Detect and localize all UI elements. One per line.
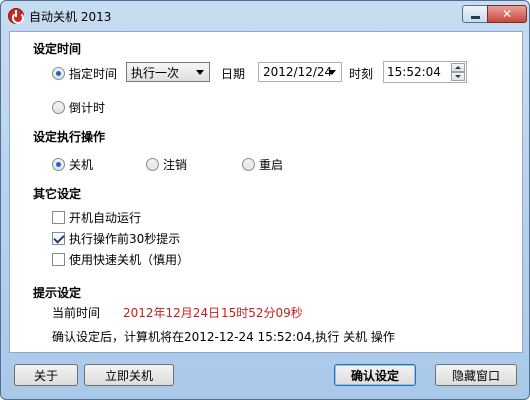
section-action: 设定执行操作 xyxy=(33,130,106,144)
radio-label: 倒计时 xyxy=(69,101,106,115)
radio-indicator[interactable] xyxy=(52,67,65,80)
section-info: 提示设定 xyxy=(33,286,82,300)
spin-down-icon[interactable] xyxy=(451,72,465,81)
about-button[interactable]: 关于 xyxy=(14,364,78,386)
window-title: 自动关机 2013 xyxy=(29,10,112,24)
checkbox-fast-shutdown[interactable]: 使用快速关机（慎用） xyxy=(52,251,189,268)
radio-indicator[interactable] xyxy=(146,158,159,171)
radio-restart[interactable]: 重启 xyxy=(242,156,283,173)
main-window: 自动关机 2013 ✕ 设定时间 指定时间 执行一次 日期 2012/12/24… xyxy=(0,0,530,400)
minimize-button[interactable] xyxy=(462,5,488,23)
section-other: 其它设定 xyxy=(33,187,82,201)
checkbox-30s-warning[interactable]: 执行操作前30秒提示 xyxy=(52,230,180,247)
checkbox-indicator[interactable] xyxy=(52,211,65,224)
radio-label: 重启 xyxy=(259,158,284,172)
content-panel: 设定时间 指定时间 执行一次 日期 2012/12/24 时刻 15:52:04… xyxy=(9,31,523,353)
checkbox-label: 执行操作前30秒提示 xyxy=(69,232,181,246)
radio-label: 关机 xyxy=(69,158,94,172)
current-clock: 15时52分09秒 xyxy=(221,306,303,320)
radio-specified-time[interactable]: 指定时间 xyxy=(52,65,117,82)
close-button[interactable]: ✕ xyxy=(487,5,527,23)
confirm-message: 确认设定后，计算机将在2012-12-24 15:52:04,执行 关机 操作 xyxy=(52,330,395,344)
confirm-button[interactable]: 确认设定 xyxy=(334,364,416,386)
time-input[interactable]: 15:52:04 xyxy=(383,61,467,83)
checkbox-autostart[interactable]: 开机自动运行 xyxy=(52,209,141,226)
radio-countdown[interactable]: 倒计时 xyxy=(52,99,105,116)
frequency-value: 执行一次 xyxy=(131,65,180,80)
section-set-time: 设定时间 xyxy=(33,42,82,56)
minimize-icon xyxy=(470,15,480,19)
date-label: 日期 xyxy=(221,67,246,81)
current-date: 2012年12月24日 xyxy=(123,306,221,320)
frequency-select[interactable]: 执行一次 xyxy=(126,62,210,82)
radio-label: 指定时间 xyxy=(69,67,118,81)
radio-indicator[interactable] xyxy=(242,158,255,171)
shutdown-now-button[interactable]: 立即关机 xyxy=(84,364,174,386)
checkbox-indicator[interactable] xyxy=(52,232,65,245)
time-label: 时刻 xyxy=(349,67,374,81)
hide-window-button[interactable]: 隐藏窗口 xyxy=(435,364,517,386)
current-time-label: 当前时间 xyxy=(52,306,101,320)
radio-indicator[interactable] xyxy=(52,158,65,171)
chevron-down-icon xyxy=(328,70,336,75)
radio-logoff[interactable]: 注销 xyxy=(146,156,187,173)
checkbox-label: 开机自动运行 xyxy=(69,211,142,225)
date-value: 2012/12/24 xyxy=(263,65,333,79)
radio-label: 注销 xyxy=(163,158,188,172)
radio-shutdown[interactable]: 关机 xyxy=(52,156,93,173)
checkbox-label: 使用快速关机（慎用） xyxy=(69,253,190,267)
close-icon: ✕ xyxy=(501,7,513,21)
time-value: 15:52:04 xyxy=(387,65,441,79)
power-icon xyxy=(8,8,24,24)
checkbox-indicator[interactable] xyxy=(52,253,65,266)
radio-indicator[interactable] xyxy=(52,101,65,114)
spin-up-icon[interactable] xyxy=(451,63,465,72)
title-bar[interactable]: 自动关机 2013 ✕ xyxy=(1,1,529,31)
date-picker[interactable]: 2012/12/24 xyxy=(258,62,342,82)
chevron-down-icon xyxy=(196,70,204,75)
